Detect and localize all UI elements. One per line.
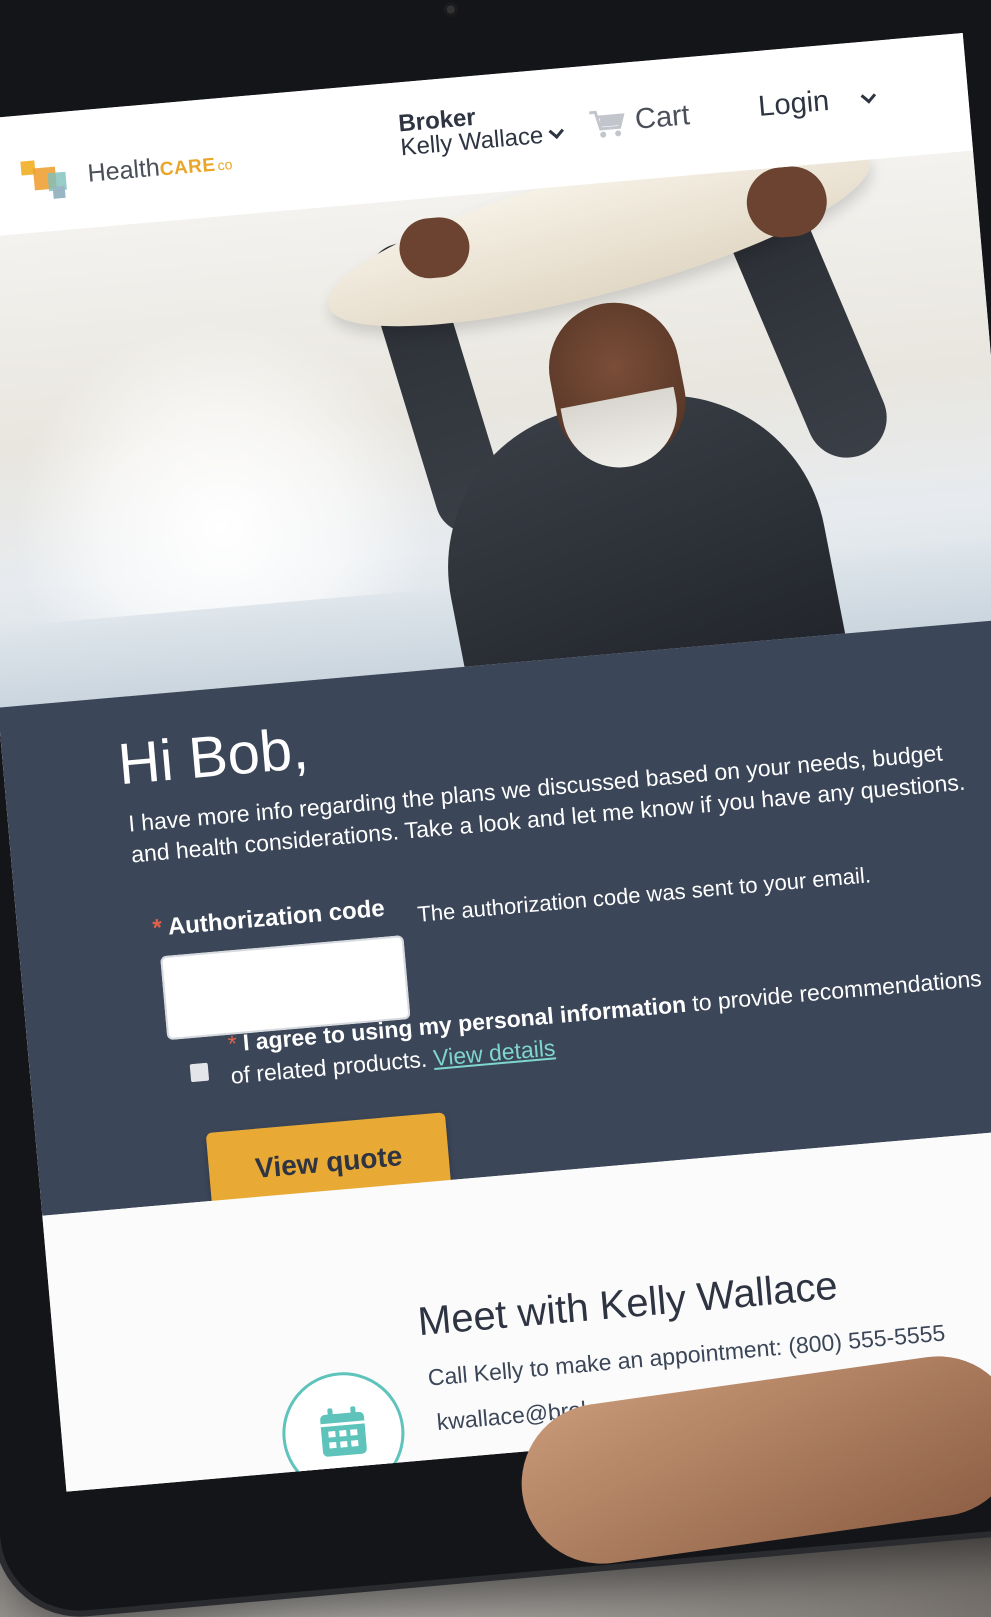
chevron-down-icon [860, 88, 877, 104]
healthcare-co-logo[interactable]: HealthCAREco [20, 137, 234, 203]
tablet-screen: HealthCAREco Broker Kelly Wallace Cart L… [0, 32, 991, 1492]
consent-checkbox[interactable] [189, 1062, 210, 1083]
logo-care: CARE [158, 154, 217, 180]
logo-mark-icon [20, 151, 78, 204]
logo-wordmark: HealthCAREco [86, 147, 233, 189]
broker-menu[interactable]: Broker Kelly Wallace [397, 98, 565, 161]
chevron-down-icon [548, 123, 565, 140]
cart-link[interactable]: Cart [588, 99, 691, 141]
cart-icon [589, 110, 625, 138]
logo-co: co [216, 155, 233, 173]
login-menu[interactable]: Login [757, 81, 877, 124]
cart-label: Cart [633, 99, 692, 136]
logo-word: Health [86, 153, 161, 188]
hero-image [0, 150, 991, 708]
login-label: Login [757, 84, 831, 123]
camera-icon [443, 1, 459, 18]
required-mark: * [151, 914, 164, 942]
required-mark: * [226, 1030, 239, 1057]
calendar-icon [320, 1406, 367, 1457]
